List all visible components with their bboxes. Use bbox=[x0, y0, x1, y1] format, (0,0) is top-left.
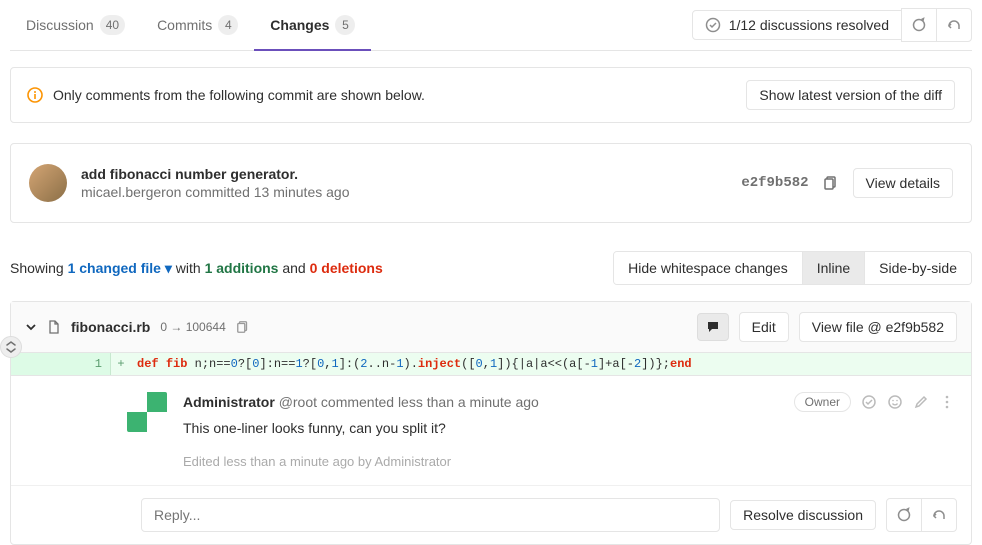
check-circle-icon bbox=[705, 17, 721, 33]
show-latest-button[interactable]: Show latest version of the diff bbox=[746, 80, 955, 110]
jump-reply-button[interactable] bbox=[936, 8, 972, 42]
tab-commits[interactable]: Commits 4 bbox=[141, 1, 254, 50]
next-discussion-button[interactable] bbox=[886, 498, 922, 532]
commit-hash: e2f9b582 bbox=[741, 175, 808, 191]
copy-icon[interactable] bbox=[823, 175, 839, 191]
toggle-comments-button[interactable] bbox=[697, 313, 729, 341]
tab-changes[interactable]: Changes 5 bbox=[254, 1, 371, 51]
next-unresolved-button[interactable] bbox=[901, 8, 937, 42]
diff-summary: Showing 1 changed file ▾ with 1 addition… bbox=[10, 260, 383, 277]
view-file-at-button[interactable]: View file @ e2f9b582 bbox=[799, 312, 957, 342]
tab-discussion[interactable]: Discussion 40 bbox=[10, 1, 141, 50]
avatar[interactable] bbox=[127, 392, 167, 432]
line-plus-icon: + bbox=[111, 353, 131, 375]
file-diff: fibonacci.rb 0 → 100644 Edit View file @… bbox=[10, 301, 972, 545]
chevron-down-icon[interactable] bbox=[25, 321, 37, 333]
jump-reply-button[interactable] bbox=[921, 498, 957, 532]
info-text: Only comments from the following commit … bbox=[53, 87, 425, 103]
comment-text: This one-liner looks funny, can you spli… bbox=[183, 420, 955, 436]
tab-label: Discussion bbox=[26, 17, 94, 33]
view-toggle: Hide whitespace changes Inline Side-by-s… bbox=[613, 251, 972, 285]
discussion-comment: Administrator @root commented less than … bbox=[11, 376, 971, 485]
edit-icon[interactable] bbox=[913, 394, 929, 410]
tab-badge: 5 bbox=[335, 15, 355, 35]
commit-title: add fibonacci number generator. bbox=[81, 166, 349, 182]
avatar bbox=[29, 164, 67, 202]
resolve-discussion-button[interactable]: Resolve discussion bbox=[730, 500, 876, 530]
diff-line-added: 1 + def fib n;n==0?[0]:n==1?[0,1]:(2..n-… bbox=[11, 353, 971, 376]
reply-input[interactable] bbox=[141, 498, 720, 532]
chevron-down-icon: ▾ bbox=[165, 260, 172, 276]
commit-filter-notice: Only comments from the following commit … bbox=[10, 67, 972, 123]
resolve-icon[interactable] bbox=[861, 394, 877, 410]
collapse-all-button[interactable] bbox=[0, 336, 22, 358]
side-by-side-button[interactable]: Side-by-side bbox=[865, 252, 971, 284]
resolved-text: 1/12 discussions resolved bbox=[729, 17, 889, 33]
resolved-status: 1/12 discussions resolved bbox=[692, 10, 902, 40]
commit-subtitle: micael.bergeron committed 13 minutes ago bbox=[81, 184, 349, 200]
commit-box: add fibonacci number generator. micael.b… bbox=[10, 143, 972, 223]
comment-author[interactable]: Administrator bbox=[183, 394, 275, 410]
copy-path-icon[interactable] bbox=[236, 320, 250, 334]
hide-whitespace-button[interactable]: Hide whitespace changes bbox=[614, 252, 803, 284]
commit-time: 13 minutes ago bbox=[254, 184, 350, 200]
view-details-button[interactable]: View details bbox=[853, 168, 953, 198]
edit-file-button[interactable]: Edit bbox=[739, 312, 789, 342]
emoji-icon[interactable] bbox=[887, 394, 903, 410]
comment-edited: Edited less than a minute ago by Adminis… bbox=[183, 454, 955, 469]
tab-label: Commits bbox=[157, 17, 212, 33]
comment-meta: @root commented less than a minute ago bbox=[279, 394, 539, 410]
owner-badge: Owner bbox=[794, 392, 851, 412]
file-mode: 0 → 100644 bbox=[160, 320, 225, 334]
code-content: def fib n;n==0?[0]:n==1?[0,1]:(2..n-1).i… bbox=[131, 353, 698, 375]
line-number[interactable]: 1 bbox=[11, 353, 111, 375]
additions-count: 1 additions bbox=[205, 260, 279, 276]
file-name[interactable]: fibonacci.rb bbox=[71, 319, 150, 335]
info-icon bbox=[27, 87, 43, 103]
changed-files-link[interactable]: 1 changed file ▾ bbox=[68, 260, 172, 276]
deletions-count: 0 deletions bbox=[310, 260, 383, 276]
file-icon bbox=[47, 320, 61, 334]
tab-badge: 4 bbox=[218, 15, 238, 35]
commit-verb: committed bbox=[181, 184, 253, 200]
commit-author: micael.bergeron bbox=[81, 184, 181, 200]
inline-view-button[interactable]: Inline bbox=[803, 252, 865, 284]
tab-badge: 40 bbox=[100, 15, 125, 35]
tab-label: Changes bbox=[270, 17, 329, 33]
more-icon[interactable] bbox=[939, 394, 955, 410]
